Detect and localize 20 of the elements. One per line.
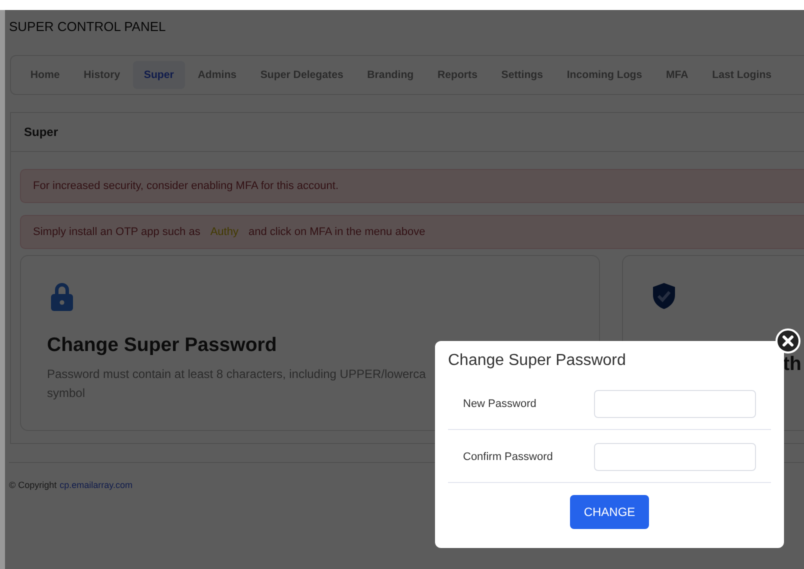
alert-text: Simply install an OTP app such as (33, 226, 200, 238)
link[interactable]: cp.emailarray.com (60, 480, 133, 490)
close-icon[interactable] (775, 328, 801, 354)
field-label: Confirm Password (462, 450, 554, 462)
copyright-text: © Copyright (9, 480, 57, 490)
field-label: New Password (462, 398, 538, 410)
dialog-title: Change Super Password (448, 352, 627, 370)
alert-text: and click on MFA in the menu above (248, 226, 426, 238)
panel-title: Super (11, 113, 804, 152)
input-field[interactable] (594, 442, 756, 470)
card-title: Change Super Password (47, 334, 278, 357)
input-field[interactable] (594, 390, 756, 418)
site-title: SUPER CONTROL PANEL (9, 18, 167, 36)
link[interactable]: Authy (210, 226, 238, 238)
change-button[interactable]: CHANGE (570, 495, 649, 529)
card-title: th (783, 354, 802, 374)
nav-tab[interactable]: Super (132, 61, 186, 89)
shield-check-icon (652, 282, 676, 312)
lock-icon (50, 282, 74, 312)
alert-text: For increased security, consider enabling MFA for this account. (33, 180, 338, 192)
